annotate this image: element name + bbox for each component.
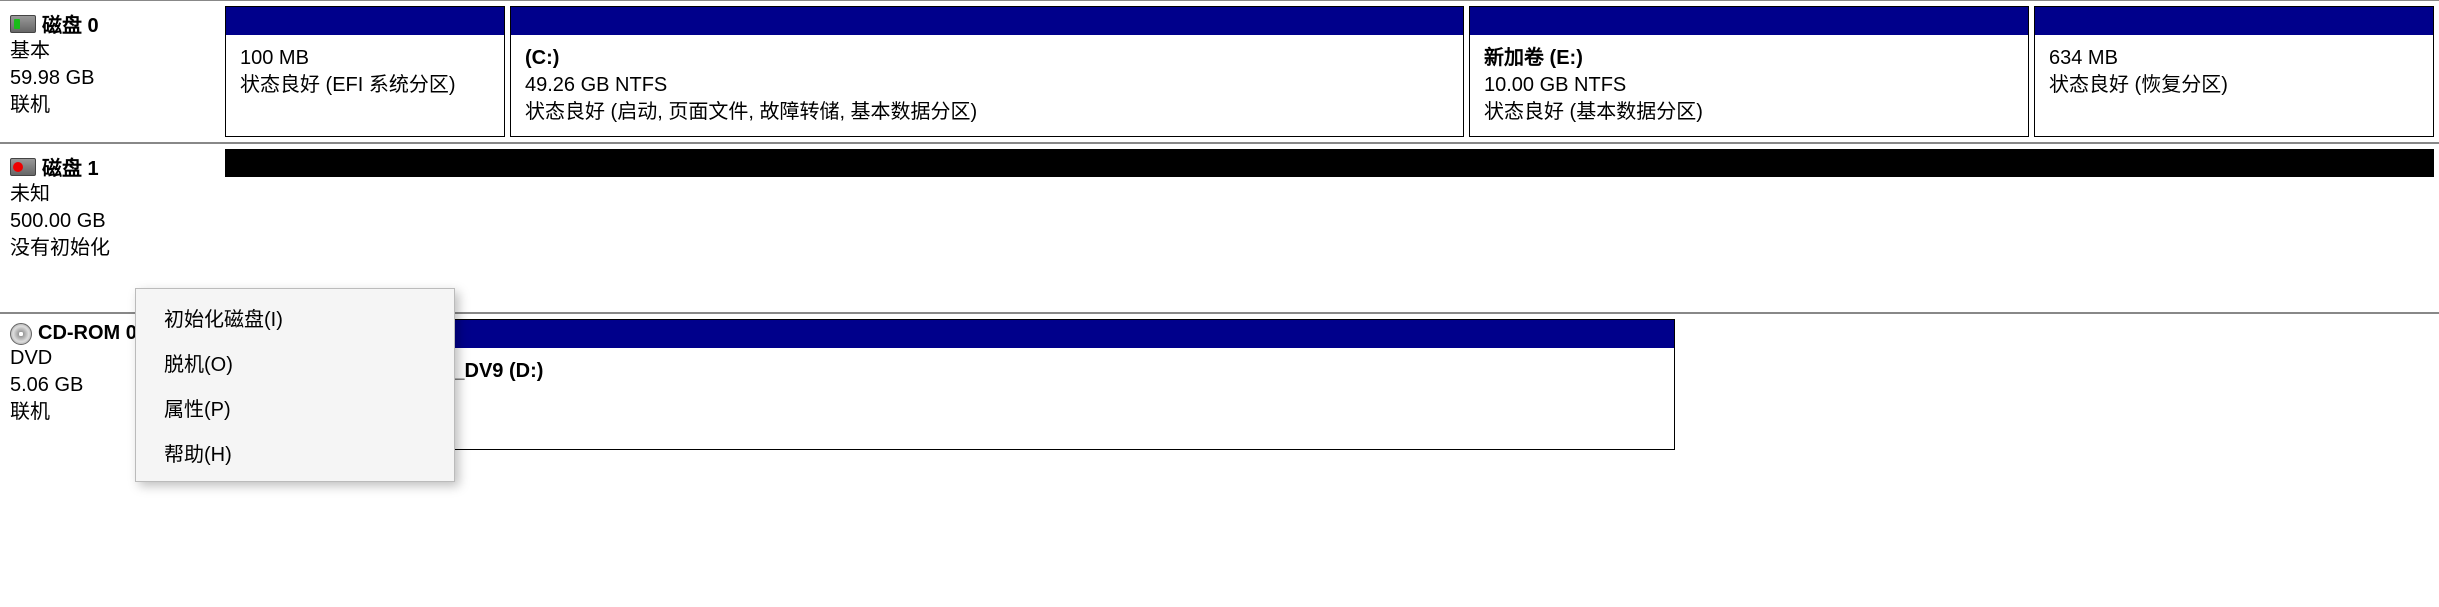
disk-type: 基本: [10, 38, 210, 65]
disk-status: 联机: [10, 92, 210, 119]
menu-item-initialize-disk[interactable]: 初始化磁盘(I): [136, 295, 454, 340]
disk-name: CD-ROM 0: [38, 322, 137, 345]
partition-header: [1470, 7, 2028, 35]
partition[interactable]: (C:) 49.26 GB NTFS 状态良好 (启动, 页面文件, 故障转储,…: [510, 6, 1464, 137]
cd-icon: [10, 323, 32, 345]
partition-status: 状态良好 (EFI 系统分区): [240, 72, 490, 99]
disk-icon: [10, 15, 36, 33]
disk-name: 磁盘 1: [42, 152, 99, 181]
partition-label: 新加卷 (E:): [1484, 45, 2014, 72]
partition-size: 100 MB: [240, 45, 490, 72]
disk-size: 500.00 GB: [10, 208, 210, 235]
partition-label: (C:): [525, 45, 1449, 72]
menu-item-offline[interactable]: 脱机(O): [136, 340, 454, 385]
disk-info-panel: 磁盘 1 未知 500.00 GB 没有初始化: [0, 144, 220, 312]
disk-status: 没有初始化: [10, 235, 210, 262]
partition[interactable]: 634 MB 状态良好 (恢复分区): [2034, 6, 2434, 137]
partition-status: 状态良好 (恢复分区): [2049, 72, 2419, 99]
partition[interactable]: 100 MB 状态良好 (EFI 系统分区): [225, 6, 505, 137]
partition-area: SSS_X64FREV_ZH-CN_DV9 (D:) 5.06 GB UDF 状…: [220, 314, 2439, 455]
partition-header: [511, 7, 1463, 35]
disk-row[interactable]: 磁盘 0 基本 59.98 GB 联机 100 MB 状态良好 (EFI 系统分…: [0, 0, 2439, 143]
disk-name: 磁盘 0: [42, 9, 99, 38]
disk-info-panel: 磁盘 0 基本 59.98 GB 联机: [0, 1, 220, 142]
partition-header: [2035, 7, 2433, 35]
disk-unknown-icon: [10, 158, 36, 176]
menu-item-properties[interactable]: 属性(P): [136, 385, 454, 430]
unallocated-space[interactable]: [225, 149, 2434, 177]
partition-area: 100 MB 状态良好 (EFI 系统分区) (C:) 49.26 GB NTF…: [220, 1, 2439, 142]
partition-status: 状态良好 (启动, 页面文件, 故障转储, 基本数据分区): [525, 99, 1449, 126]
partition-header: [226, 7, 504, 35]
partition-size: 10.00 GB NTFS: [1484, 72, 2014, 99]
partition-size: 634 MB: [2049, 45, 2419, 72]
menu-item-help[interactable]: 帮助(H): [136, 430, 454, 475]
disk-size: 59.98 GB: [10, 65, 210, 92]
partition[interactable]: 新加卷 (E:) 10.00 GB NTFS 状态良好 (基本数据分区): [1469, 6, 2029, 137]
partition-size: 49.26 GB NTFS: [525, 72, 1449, 99]
context-menu: 初始化磁盘(I) 脱机(O) 属性(P) 帮助(H): [135, 288, 455, 482]
disk-type: 未知: [10, 181, 210, 208]
partition-status: 状态良好 (基本数据分区): [1484, 99, 2014, 126]
